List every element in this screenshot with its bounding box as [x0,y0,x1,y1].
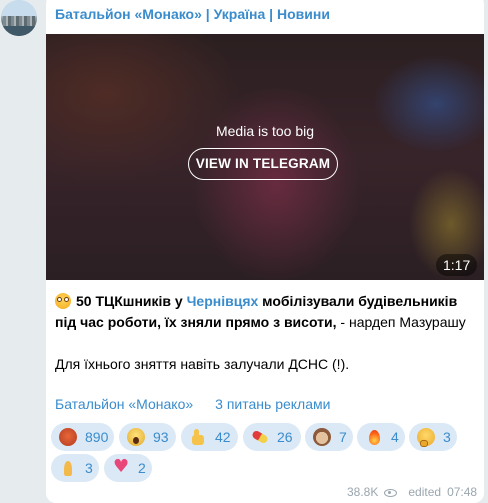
eye-icon [384,488,398,497]
see-no-evil-monkey-icon [313,428,331,446]
praying-hands-icon [59,459,77,477]
reaction-monkey[interactable]: 7 [305,423,353,451]
view-count: 38.8K [347,485,379,499]
reaction-thumbs-up[interactable]: 42 [181,423,238,451]
reaction-scream[interactable]: 93 [119,423,176,451]
reaction-angry[interactable]: 890 [51,423,114,451]
reaction-count: 2 [138,460,146,476]
message-time: 07:48 [447,485,478,499]
avatar-city [3,16,35,26]
channel-avatar[interactable] [1,0,37,36]
view-in-telegram-button[interactable]: VIEW IN TELEGRAM [188,148,338,180]
channel-link[interactable]: Батальйон «Монако» [55,396,193,412]
post-text: 50 ТЦКшників у Чернівцях мобілізували бу… [55,291,475,375]
post-links: Батальйон «Монако» 3 питань реклами [55,396,352,412]
screaming-face-icon [127,428,145,446]
flushed-face-icon [55,293,71,309]
post-attribution: - нардеп Мазурашу [336,314,466,330]
video-preview[interactable]: Media is too big VIEW IN TELEGRAM 1:17 [46,34,484,280]
reaction-count: 890 [85,429,109,445]
media-too-big-note: Media is too big [215,123,315,139]
reaction-fire[interactable]: 4 [357,423,405,451]
fire-icon [365,428,383,446]
reaction-pray[interactable]: 3 [51,454,99,482]
angry-face-icon [59,428,77,446]
reaction-count: 7 [339,429,347,445]
reaction-pill[interactable]: 26 [243,423,301,451]
reaction-count: 3 [443,429,451,445]
city-link[interactable]: Чернівцях [187,293,259,309]
reaction-count: 3 [85,460,93,476]
post-bold-lead: 50 ТЦКшників у [76,293,187,309]
reaction-heart[interactable]: 2 [104,454,152,482]
ads-link[interactable]: 3 питань реклами [215,396,330,412]
message-meta: 38.8K edited 07:48 [347,485,477,499]
reaction-thinking[interactable]: 3 [409,423,457,451]
avatar-water [1,26,37,36]
post-paragraph-1: 50 ТЦКшників у Чернівцях мобілізували бу… [55,291,475,333]
channel-name[interactable]: Батальйон «Монако» | Україна | Новини [55,6,330,22]
pill-icon [251,428,269,446]
reaction-count: 42 [215,429,231,445]
video-duration-badge: 1:17 [436,254,478,276]
avatar-sky [1,0,37,16]
thumbs-up-icon [189,428,207,446]
heart-with-arrow-icon [112,456,130,477]
thinking-face-icon [417,428,435,447]
reaction-count: 4 [391,429,399,445]
reaction-count: 26 [277,429,293,445]
post-paragraph-2: Для їхнього зняття навіть залучали ДСНС … [55,356,350,372]
edited-label: edited [408,485,442,499]
reaction-count: 93 [153,429,169,445]
